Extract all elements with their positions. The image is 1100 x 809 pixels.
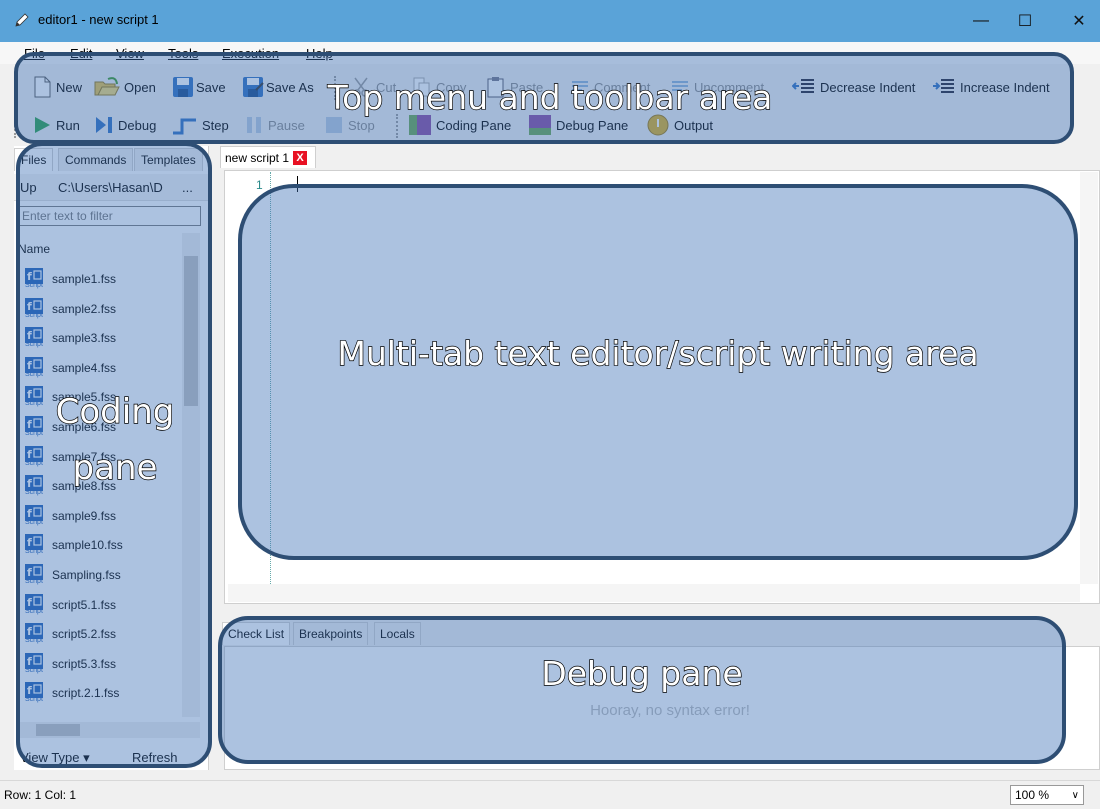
callout-label-editor: Multi-tab text editor/script writing are… (337, 333, 980, 373)
line-number: 1 (256, 178, 263, 192)
chevron-down-icon: ∨ (1071, 789, 1079, 801)
title-bar (0, 0, 1100, 42)
close-tab-icon[interactable]: X (293, 150, 308, 165)
window-title: editor1 - new script 1 (38, 12, 159, 27)
callout-label-pane: pane (72, 447, 158, 488)
callout-label-top: Top menu and toolbar area (327, 77, 773, 117)
pencil-icon (14, 12, 30, 28)
callout-label-debug: Debug pane (541, 653, 744, 693)
close-button[interactable]: ✕ (1056, 6, 1100, 36)
status-bar (0, 780, 1100, 809)
minimize-button[interactable]: — (958, 6, 1004, 36)
maximize-button[interactable]: ☐ (1002, 6, 1048, 36)
tab-new-script-1[interactable]: new script 1 X (220, 146, 316, 168)
zoom-select[interactable]: 100 % ∨ (1010, 785, 1084, 805)
cursor-position: Row: 1 Col: 1 (4, 788, 77, 802)
editor-vertical-scrollbar[interactable] (1080, 172, 1098, 584)
callout-label-coding: Coding (55, 391, 175, 432)
editor-horizontal-scrollbar[interactable] (228, 584, 1080, 602)
